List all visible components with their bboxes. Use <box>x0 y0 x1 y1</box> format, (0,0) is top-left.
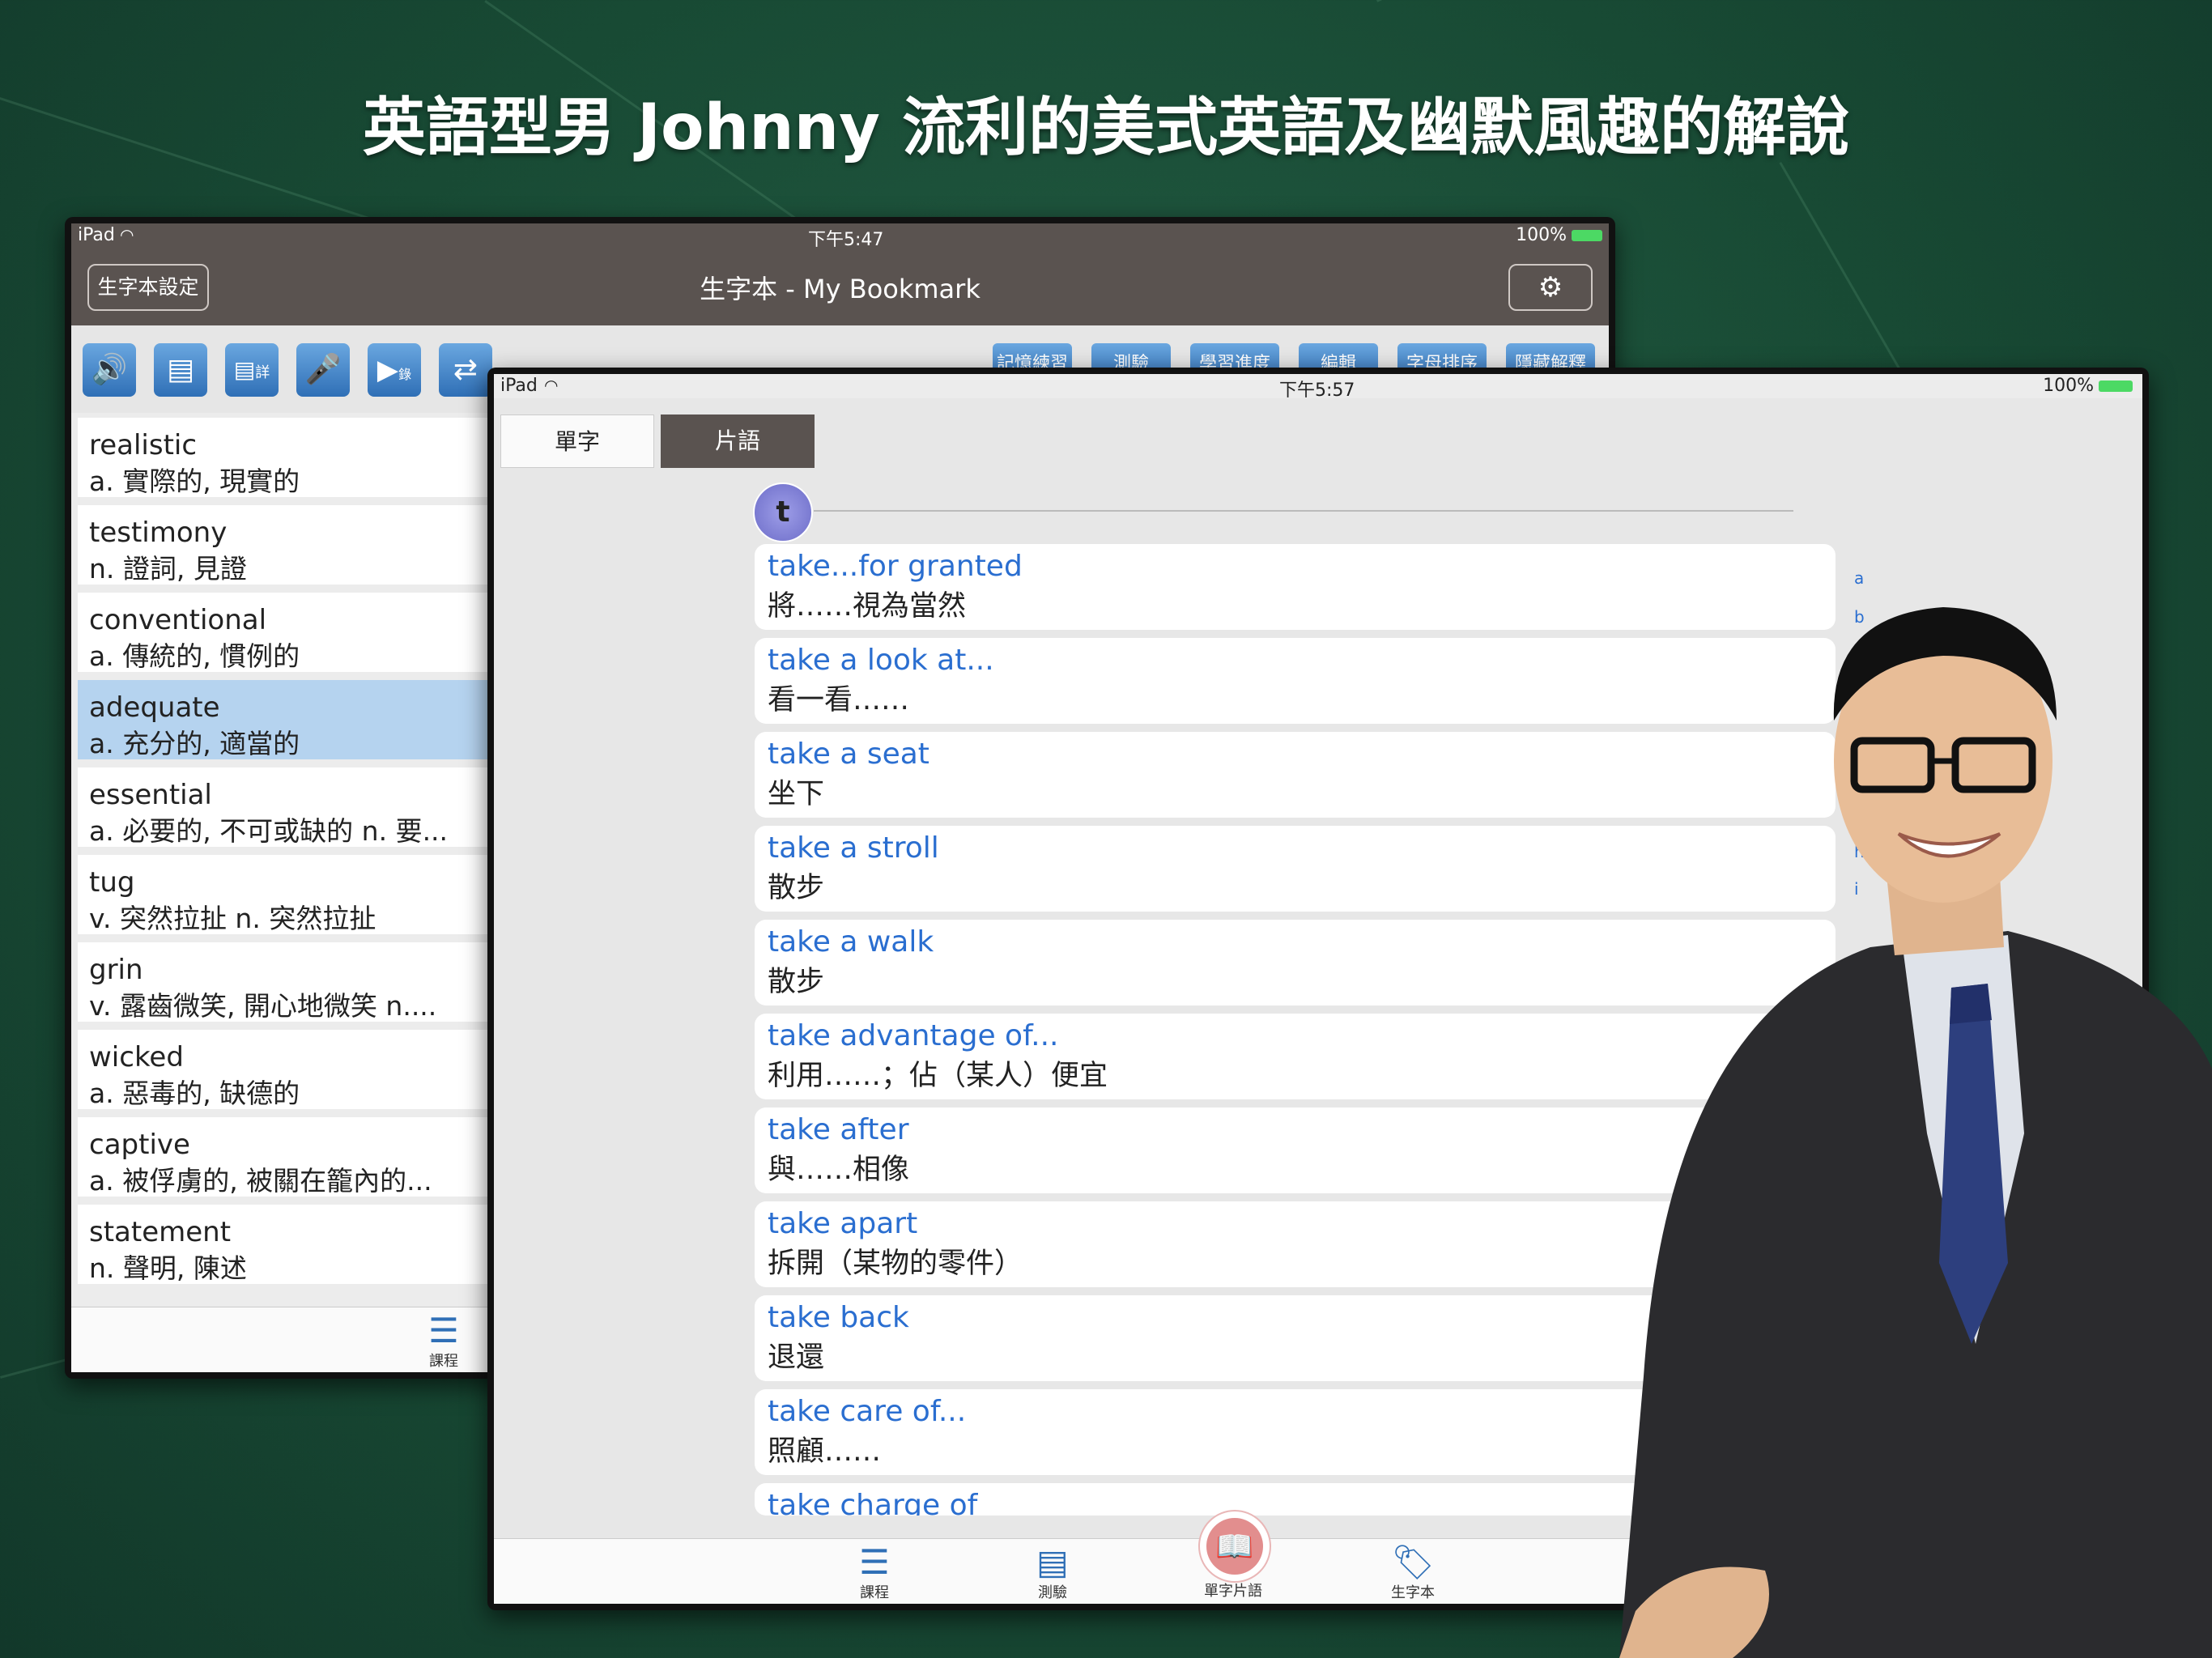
tab-label: 課程 <box>429 1353 458 1370</box>
battery-icon <box>1572 230 1602 241</box>
play-record-icon[interactable]: ▶錄 <box>368 343 421 397</box>
word-definition: a. 必要的, 不可或缺的 n. 要... <box>89 815 449 847</box>
status-bar: iPad ◠ 下午5:47 100% <box>71 223 1609 250</box>
tab-quiz[interactable]: ▤ 測驗 <box>1004 1544 1101 1602</box>
section-divider <box>814 510 1793 512</box>
wifi-icon: ◠ <box>544 376 559 395</box>
word-definition: a. 傳統的, 慣例的 <box>89 640 300 672</box>
word-definition: n. 聲明, 陳述 <box>89 1252 247 1284</box>
list-item[interactable]: captive a. 被俘虜的, 被關在籠內的... <box>78 1117 499 1197</box>
list-item[interactable]: conventional a. 傳統的, 慣例的 <box>78 593 499 672</box>
tab-course[interactable]: ☰ 課程 <box>826 1544 923 1602</box>
detail-icon-label: 詳 <box>255 364 270 381</box>
promo-headline: 英語型男 Johnny 流利的美式英語及幽默風趣的解說 <box>362 91 1850 164</box>
speaker-icon[interactable]: 🔊 <box>83 343 136 397</box>
tab-words-phrases[interactable]: 單字片語 <box>1182 1579 1284 1601</box>
status-bar: iPad ◠ 下午5:57 100% <box>494 374 2142 401</box>
word-definition: a. 惡毒的, 缺德的 <box>89 1078 300 1109</box>
word-english: captive <box>89 1129 190 1161</box>
wifi-icon: ◠ <box>120 225 134 244</box>
word-english: adequate <box>89 691 220 724</box>
gear-icon[interactable]: ⚙ <box>1508 264 1593 311</box>
word-definition: a. 充分的, 適當的 <box>89 728 300 759</box>
list-item[interactable]: tug v. 突然拉扯 n. 突然拉扯 <box>78 855 499 934</box>
detail-document-icon[interactable]: ▤詳 <box>225 343 279 397</box>
word-definition: a. 被俘虜的, 被關在籠內的... <box>89 1165 432 1197</box>
book-button[interactable]: 📖 <box>1198 1510 1271 1583</box>
background-line <box>1376 0 2212 2</box>
battery-icon <box>2099 380 2133 392</box>
word-english: realistic <box>89 429 198 461</box>
book-icon: 📖 <box>1206 1518 1263 1575</box>
word-definition: v. 露齒微笑, 開心地微笑 n.... <box>89 990 437 1022</box>
tab-label: 生字本 <box>1391 1584 1435 1601</box>
word-english: testimony <box>89 517 228 549</box>
word-english: wicked <box>89 1041 184 1073</box>
microphone-icon[interactable]: 🎤 <box>296 343 350 397</box>
tab-label: 課程 <box>860 1584 889 1601</box>
tie-knot <box>1950 984 1992 1024</box>
device-label: iPad <box>500 376 538 396</box>
list-item[interactable]: statement n. 聲明, 陳述 <box>78 1205 499 1284</box>
tab-label: 單字片語 <box>1204 1583 1262 1600</box>
section-letter-badge: t <box>753 483 813 542</box>
tag-icon: 🏷 <box>1391 1542 1435 1582</box>
presenter-photo <box>1619 607 2212 1658</box>
word-english: conventional <box>89 604 267 636</box>
status-time: 下午5:57 <box>1279 380 1355 401</box>
word-english: statement <box>89 1216 232 1248</box>
document-icon[interactable]: ▤ <box>154 343 207 397</box>
page-title: 生字本 - My Bookmark <box>700 274 981 304</box>
battery-percent: 100% <box>2043 376 2094 396</box>
list-item[interactable]: realistic a. 實際的, 現實的 <box>78 418 499 497</box>
tab-phrases[interactable]: 片語 <box>661 414 815 468</box>
list-icon: ☰ <box>428 1311 459 1350</box>
swap-icon[interactable]: ⇄ <box>439 343 492 397</box>
list-item[interactable]: wicked a. 惡毒的, 缺德的 <box>78 1030 499 1109</box>
tab-label: 測驗 <box>1038 1584 1067 1601</box>
play-icon-label: 錄 <box>398 367 412 382</box>
word-english: essential <box>89 779 212 811</box>
list-icon: ☰ <box>859 1542 890 1582</box>
document-icon: ▤ <box>1036 1542 1069 1582</box>
word-english: grin <box>89 954 143 986</box>
tab-course[interactable]: ☰ 課程 <box>395 1312 492 1371</box>
list-item[interactable]: essential a. 必要的, 不可或缺的 n. 要... <box>78 767 499 847</box>
nav-bar: 生字本設定 生字本 - My Bookmark ⚙ <box>71 248 1609 325</box>
device-label: iPad <box>78 225 115 245</box>
word-definition: v. 突然拉扯 n. 突然拉扯 <box>89 903 376 934</box>
tab-bookmark[interactable]: 🏷 生字本 <box>1364 1544 1461 1602</box>
word-definition: n. 證詞, 見證 <box>89 553 247 585</box>
word-english: tug <box>89 866 135 899</box>
tab-words[interactable]: 單字 <box>500 414 654 468</box>
word-list: realistic a. 實際的, 現實的 testimony n. 證詞, 見證 … <box>78 418 499 1292</box>
battery-percent: 100% <box>1516 225 1567 245</box>
list-item[interactable]: grin v. 露齒微笑, 開心地微笑 n.... <box>78 942 499 1022</box>
list-item-selected[interactable]: adequate a. 充分的, 適當的 <box>78 680 499 759</box>
word-definition: a. 實際的, 現實的 <box>89 466 300 497</box>
list-item[interactable]: testimony n. 證詞, 見證 <box>78 505 499 585</box>
